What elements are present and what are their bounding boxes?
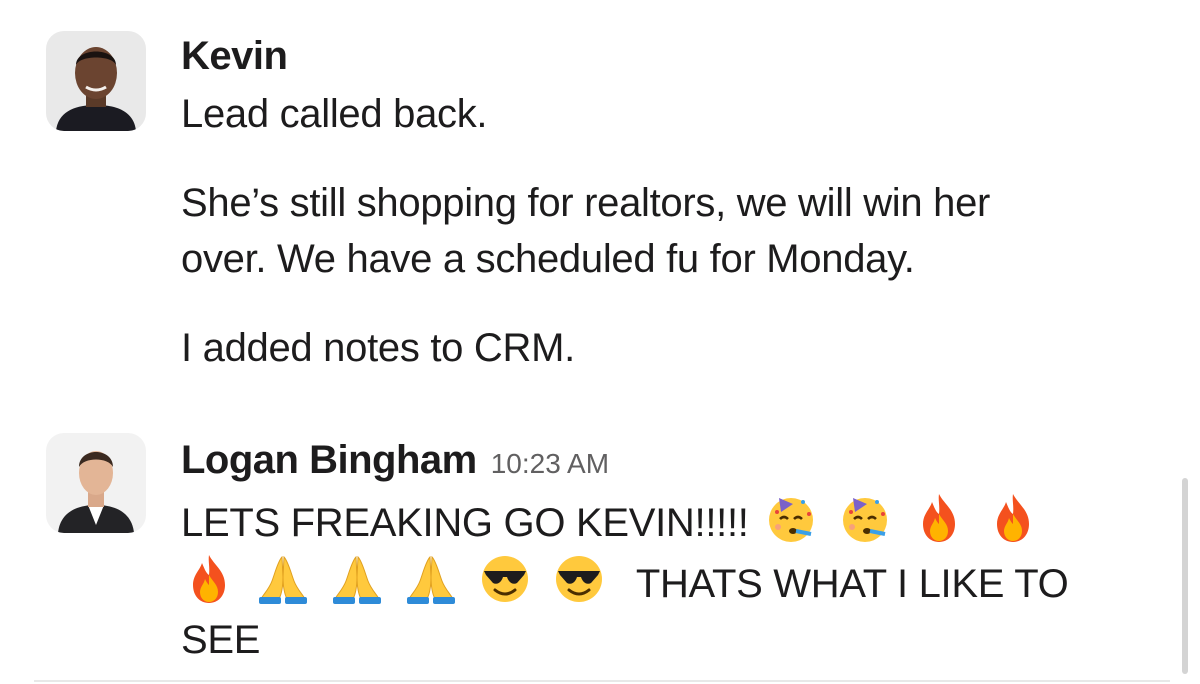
message-content: Logan Bingham 10:23 AM LETS FREAKING GO … bbox=[181, 438, 1171, 668]
folded-hands-emoji bbox=[329, 551, 385, 607]
sunglasses-face-emoji bbox=[551, 551, 607, 607]
message-timestamp[interactable]: 10:23 AM bbox=[491, 448, 609, 480]
person-avatar-icon bbox=[46, 31, 146, 131]
avatar-logan-bingham[interactable] bbox=[46, 433, 146, 533]
scrollbar[interactable] bbox=[1182, 478, 1188, 674]
message-header: Logan Bingham 10:23 AM bbox=[181, 438, 1171, 490]
message-text-line: Lead called back. bbox=[181, 92, 488, 136]
sender-name[interactable]: Kevin bbox=[181, 34, 288, 79]
person-avatar-icon bbox=[46, 433, 146, 533]
message-text-line: SEE bbox=[181, 618, 261, 662]
divider bbox=[34, 680, 1170, 682]
sunglasses-face-emoji bbox=[477, 551, 533, 607]
message-text-line: over. We have a scheduled fu for Monday. bbox=[181, 237, 915, 281]
sender-name[interactable]: Logan Bingham bbox=[181, 438, 477, 483]
partying-face-emoji bbox=[763, 490, 819, 546]
message-text: THATS WHAT I LIKE TO bbox=[635, 562, 1069, 606]
fire-emoji bbox=[181, 551, 237, 607]
message-text-line: She’s still shopping for realtors, we wi… bbox=[181, 181, 991, 225]
fire-emoji bbox=[911, 490, 967, 546]
folded-hands-emoji bbox=[403, 551, 459, 607]
fire-emoji bbox=[985, 490, 1041, 546]
message-text-line: THATS WHAT I LIKE TO bbox=[181, 551, 1171, 612]
message-logan-bingham: Logan Bingham 10:23 AM LETS FREAKING GO … bbox=[0, 420, 1200, 684]
avatar-kevin[interactable] bbox=[46, 31, 146, 131]
message-header: Kevin bbox=[181, 34, 1171, 86]
message-kevin: Kevin Lead called back. She’s still shop… bbox=[0, 0, 1200, 420]
message-text-line: LETS FREAKING GO KEVIN!!!!! bbox=[181, 490, 1171, 551]
message-text: LETS FREAKING GO KEVIN!!!!! bbox=[181, 501, 749, 545]
partying-face-emoji bbox=[837, 490, 893, 546]
message-content: Kevin Lead called back. She’s still shop… bbox=[181, 34, 1171, 376]
folded-hands-emoji bbox=[255, 551, 311, 607]
message-text-line: I added notes to CRM. bbox=[181, 326, 575, 370]
